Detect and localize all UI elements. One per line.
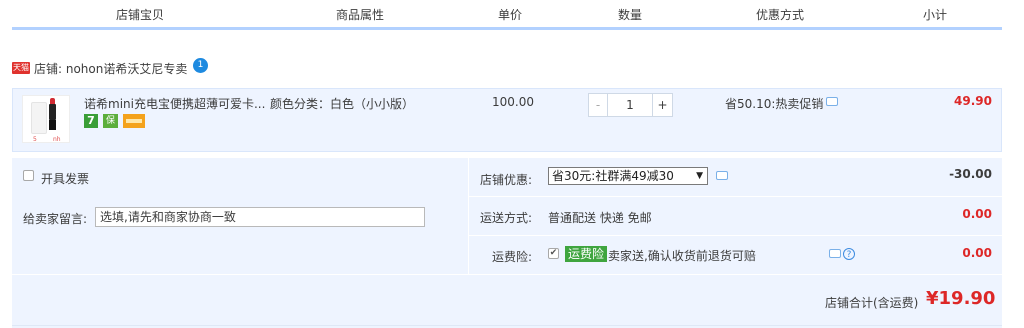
invoice-checkbox[interactable] — [23, 170, 34, 181]
quantity-input[interactable]: 1 — [607, 93, 653, 117]
powerbank-shape — [31, 102, 47, 134]
unit-price: 100.00 — [492, 95, 534, 109]
thumb-mark-right: nh — [53, 136, 61, 143]
discount-tip-icon[interactable] — [716, 171, 728, 180]
thumb-mark-left: 5 — [33, 136, 37, 143]
item-attribute: 颜色分类：白色（小小版） — [270, 97, 415, 111]
insurance-checkbox[interactable]: ✔ — [548, 248, 559, 259]
insurance-label: 运费险: — [491, 250, 532, 264]
item-thumbnail[interactable]: 5 nh — [22, 95, 70, 143]
promotion-tip-icon[interactable] — [826, 97, 838, 106]
divider — [12, 325, 1002, 326]
shop-discount-value: -30.00 — [949, 167, 992, 181]
shop-discount-label: 店铺优惠: — [479, 173, 532, 187]
shop-discount-select[interactable]: 省30元:社群满49减30 ▼ — [548, 167, 708, 185]
shipping-value: 0.00 — [962, 207, 992, 221]
header-col-discount: 优惠方式 — [755, 8, 804, 22]
header-col-subtotal: 小计 — [922, 8, 947, 22]
promotion-text: 省50.10:热卖促销 — [725, 97, 824, 111]
tmall-badge: 天猫 — [12, 62, 30, 74]
seller-message-input[interactable]: 选填,请先和商家协商一致 — [95, 207, 425, 227]
shipping-method: 普通配送 快递 免邮 — [548, 211, 652, 225]
insurance-text: 卖家送,确认收货前退货可赔 — [608, 249, 756, 263]
insurance-badge: 运费险 — [565, 246, 608, 262]
item-subtotal: 49.90 — [954, 94, 992, 108]
header-col-shop-item: 店铺宝贝 — [115, 8, 164, 22]
lipstick-base-shape — [49, 120, 56, 130]
insurance-tip-icon[interactable] — [829, 249, 841, 258]
help-icon[interactable]: ? — [843, 248, 855, 260]
seven-day-return-icon[interactable]: 7 — [84, 114, 98, 128]
chevron-down-icon: ▼ — [696, 171, 703, 181]
insurance-value: 0.00 — [962, 246, 992, 260]
header-col-unit-price: 单价 — [497, 8, 522, 22]
invoice-label[interactable]: 开具发票 — [41, 170, 89, 187]
wangwang-chat-icon[interactable]: 1 — [193, 58, 208, 73]
shipping-label: 运送方式: — [479, 211, 532, 225]
header-col-attributes: 商品属性 — [335, 8, 384, 22]
quantity-decrease-button[interactable]: - — [588, 93, 608, 117]
credit-card-icon[interactable] — [123, 114, 145, 128]
quantity-increase-button[interactable]: + — [652, 93, 673, 117]
divider — [468, 235, 1002, 236]
guarantee-icon[interactable]: 保 — [103, 114, 118, 128]
shop-total-value: ¥19.90 — [926, 288, 996, 309]
header-col-quantity: 数量 — [617, 8, 642, 22]
item-title-link[interactable]: 诺希mini充电宝便携超薄可爱卡... — [84, 95, 265, 112]
shop-total-label: 店铺合计(含运费) — [825, 296, 919, 310]
shop-name[interactable]: 店铺: nohon诺希沃艾尼专卖 — [34, 60, 187, 77]
divider — [12, 274, 1002, 275]
lipstick-cap-shape — [49, 104, 56, 120]
seller-message-label: 给卖家留言: — [23, 212, 88, 226]
divider — [468, 196, 1002, 197]
shop-discount-selected: 省30元:社群满49减30 — [552, 169, 674, 183]
